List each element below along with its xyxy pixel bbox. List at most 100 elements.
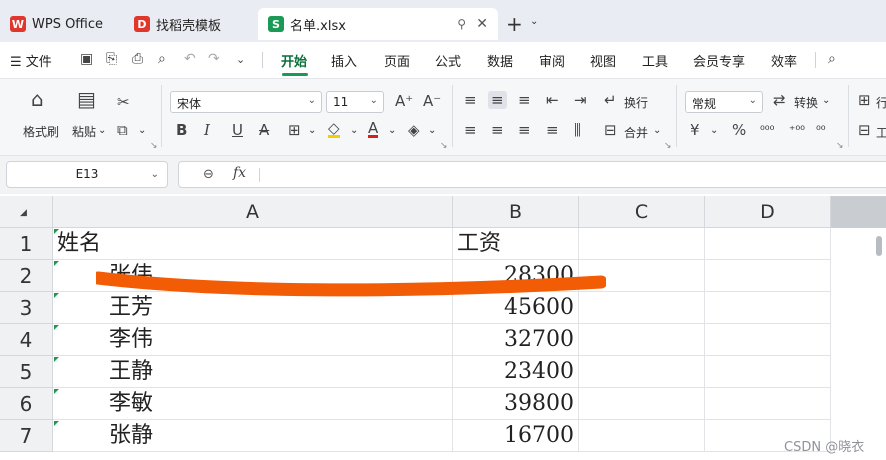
- row-header-1[interactable]: 1: [0, 228, 53, 260]
- align-left-icon[interactable]: ≡: [464, 121, 477, 139]
- cell-c4[interactable]: [579, 324, 705, 356]
- rows-columns-icon[interactable]: ⊞: [858, 91, 871, 109]
- percent-icon[interactable]: %: [732, 121, 746, 139]
- chevron-down-icon[interactable]: ⌄: [428, 125, 436, 136]
- preview-icon[interactable]: ⌕: [158, 51, 166, 67]
- cell-c1[interactable]: [579, 228, 705, 260]
- chevron-down-icon[interactable]: ⌄: [822, 95, 830, 106]
- undo-icon[interactable]: ↶: [184, 51, 196, 67]
- chevron-down-icon[interactable]: ⌄: [388, 125, 396, 136]
- tab-template[interactable]: D 找稻壳模板: [124, 8, 254, 40]
- select-all-corner[interactable]: ◢: [0, 196, 53, 228]
- cell-b4[interactable]: 32700: [453, 324, 579, 356]
- menu-view[interactable]: 视图: [590, 51, 616, 70]
- cell-d2[interactable]: [705, 260, 831, 292]
- cell-b3[interactable]: 45600: [453, 292, 579, 324]
- menu-review[interactable]: 审阅: [539, 51, 565, 70]
- cell-a1[interactable]: 姓名: [53, 228, 453, 260]
- export-icon[interactable]: ⎘: [106, 51, 117, 67]
- cell-c3[interactable]: [579, 292, 705, 324]
- chevron-down-icon[interactable]: ⌄: [236, 53, 245, 66]
- cell-c7[interactable]: [579, 420, 705, 452]
- increase-decimal-icon[interactable]: ⁺⁰⁰: [789, 123, 805, 137]
- group-expand-icon[interactable]: ↘: [836, 141, 844, 151]
- cell-a4[interactable]: 李伟: [53, 324, 453, 356]
- insert-function-icon[interactable]: fx: [233, 165, 246, 181]
- group-expand-icon[interactable]: ↘: [664, 141, 672, 151]
- thousands-icon[interactable]: ⁰⁰⁰: [760, 123, 774, 137]
- wrap-text-icon[interactable]: ↵: [604, 91, 617, 109]
- convert-icon[interactable]: ⇄: [773, 91, 786, 109]
- align-center-icon[interactable]: ≡: [491, 121, 504, 139]
- vertical-scrollbar-thumb[interactable]: [876, 236, 882, 256]
- close-tab-icon[interactable]: ✕: [476, 16, 488, 32]
- cell-b1[interactable]: 工资: [453, 228, 579, 260]
- chevron-down-icon[interactable]: ⌄: [308, 125, 316, 136]
- cell-b7[interactable]: 16700: [453, 420, 579, 452]
- row-header-7[interactable]: 7: [0, 420, 53, 452]
- format-painter-label[interactable]: 格式刷: [23, 123, 59, 140]
- paste-icon[interactable]: ▤: [77, 87, 96, 111]
- save-icon[interactable]: ▣: [80, 51, 93, 67]
- decrease-decimal-icon[interactable]: ⁰⁰: [816, 123, 826, 137]
- increase-indent-icon[interactable]: ⇥: [574, 91, 587, 109]
- cell-d6[interactable]: [705, 388, 831, 420]
- menu-tools[interactable]: 工具: [642, 51, 668, 70]
- cell-c5[interactable]: [579, 356, 705, 388]
- justify-icon[interactable]: ≡: [546, 121, 559, 139]
- chevron-down-icon[interactable]: ⌄: [653, 125, 661, 136]
- align-middle-icon[interactable]: ≡: [488, 91, 507, 109]
- menu-data[interactable]: 数据: [487, 51, 513, 70]
- menu-member[interactable]: 会员专享: [693, 51, 745, 70]
- search-icon[interactable]: ⌕: [828, 51, 836, 67]
- currency-icon[interactable]: ¥: [690, 121, 700, 139]
- name-box[interactable]: E13 ⌄: [6, 161, 168, 188]
- chevron-down-icon[interactable]: ⌄: [138, 125, 146, 136]
- row-header-3[interactable]: 3: [0, 292, 53, 324]
- distributed-icon[interactable]: ⫼: [574, 121, 581, 139]
- worksheet-icon[interactable]: ⊟: [858, 121, 871, 139]
- column-header-d[interactable]: D: [705, 196, 831, 228]
- chevron-down-icon[interactable]: ⌄: [530, 16, 538, 27]
- cell-b5[interactable]: 23400: [453, 356, 579, 388]
- group-expand-icon[interactable]: ↘: [150, 141, 158, 151]
- row-header-5[interactable]: 5: [0, 356, 53, 388]
- column-header-a[interactable]: A: [53, 196, 453, 228]
- convert-label[interactable]: 转换: [794, 94, 818, 111]
- cell-d5[interactable]: [705, 356, 831, 388]
- column-header-b[interactable]: B: [453, 196, 579, 228]
- cell-a3[interactable]: 王芳: [53, 292, 453, 324]
- group-expand-icon[interactable]: ↘: [440, 141, 448, 151]
- chevron-down-icon[interactable]: ⌄: [710, 125, 718, 136]
- font-size-select[interactable]: 11 ⌄: [326, 91, 384, 113]
- italic-icon[interactable]: I: [204, 121, 210, 139]
- font-color-icon[interactable]: A: [368, 121, 379, 138]
- fill-color-icon[interactable]: ◇: [328, 121, 340, 138]
- cell-d4[interactable]: [705, 324, 831, 356]
- copy-icon[interactable]: ⧉: [117, 121, 128, 139]
- merge-label[interactable]: 合并: [624, 124, 648, 141]
- font-name-select[interactable]: 宋体 ⌄: [170, 91, 322, 113]
- chevron-down-icon[interactable]: ⌄: [350, 125, 358, 136]
- rows-columns-label[interactable]: 行: [876, 94, 886, 111]
- pin-icon[interactable]: ⚲: [457, 17, 466, 31]
- decrease-font-icon[interactable]: A⁻: [423, 92, 441, 110]
- spreadsheet-grid[interactable]: ◢ A B C D 1 2 3 4 5 6 7 姓名 工资 张伟 28300 王…: [0, 196, 886, 460]
- cell-a2[interactable]: 张伟: [53, 260, 453, 292]
- menu-page[interactable]: 页面: [384, 51, 410, 70]
- underline-icon[interactable]: U: [232, 121, 243, 139]
- align-bottom-icon[interactable]: ≡: [518, 91, 531, 109]
- menu-home[interactable]: 开始: [281, 51, 307, 70]
- menu-file[interactable]: ☰ 文件: [10, 51, 52, 70]
- cut-icon[interactable]: ✂: [117, 93, 130, 111]
- paste-label[interactable]: 粘贴: [72, 123, 96, 140]
- merge-icon[interactable]: ⊟: [604, 121, 617, 139]
- border-icon[interactable]: ⊞: [288, 121, 301, 139]
- redo-icon[interactable]: ↷: [208, 51, 220, 67]
- number-format-select[interactable]: 常规 ⌄: [685, 91, 763, 113]
- tab-wps-office[interactable]: W WPS Office: [0, 8, 118, 40]
- wrap-text-label[interactable]: 换行: [624, 94, 648, 111]
- column-header-c[interactable]: C: [579, 196, 705, 228]
- clear-format-icon[interactable]: ◈: [408, 121, 420, 139]
- cell-d3[interactable]: [705, 292, 831, 324]
